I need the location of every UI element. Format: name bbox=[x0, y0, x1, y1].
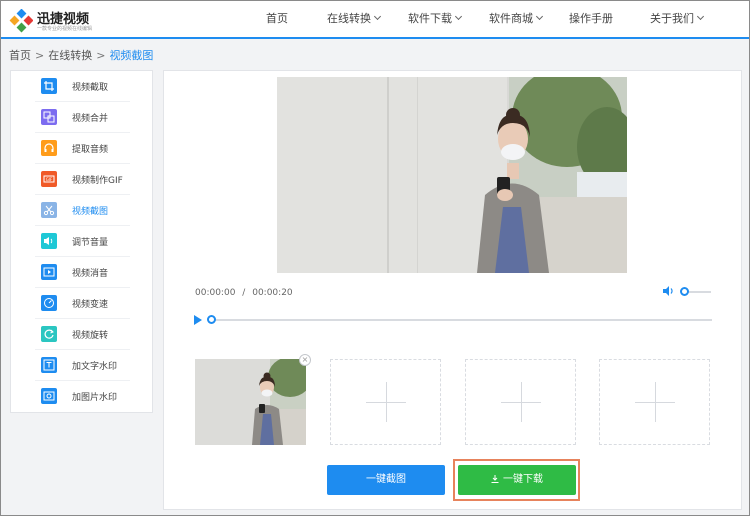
breadcrumb: 首页 > 在线转换 > 视频截图 bbox=[9, 47, 153, 63]
image-watermark-icon bbox=[41, 388, 57, 404]
sidebar-item-extract-audio[interactable]: 提取音频 bbox=[11, 133, 152, 164]
chevron-down-icon bbox=[454, 12, 463, 21]
sidebar-item-label: 视频变速 bbox=[72, 300, 109, 310]
text-watermark-icon bbox=[41, 357, 57, 373]
svg-text:GIF: GIF bbox=[46, 177, 53, 182]
sidebar-item-adjust-volume[interactable]: 调节音量 bbox=[11, 226, 152, 257]
sidebar-item-label: 提取音频 bbox=[72, 145, 109, 155]
headphones-icon bbox=[41, 140, 57, 156]
sidebar-item-label: 调节音量 bbox=[72, 238, 109, 248]
breadcrumb-separator: > bbox=[96, 49, 106, 62]
volume-icon[interactable] bbox=[662, 285, 676, 297]
time-separator: / bbox=[242, 288, 246, 298]
current-time: 00:00:00 bbox=[195, 288, 236, 298]
screenshot-thumbnail[interactable] bbox=[195, 359, 306, 445]
seek-handle[interactable] bbox=[207, 315, 216, 324]
breadcrumb-current: 视频截图 bbox=[109, 49, 154, 62]
sidebar-item-label: 加图片水印 bbox=[72, 393, 118, 403]
nav-home[interactable]: 首页 bbox=[266, 1, 288, 37]
sidebar-item-label: 视频截取 bbox=[72, 83, 109, 93]
nav-about[interactable]: 关于我们 bbox=[650, 1, 705, 37]
sidebar-item-make-gif[interactable]: GIF 视频制作GIF bbox=[11, 164, 152, 195]
sidebar-item-label: 视频截图 bbox=[72, 207, 109, 217]
sidebar-item-video-merge[interactable]: 视频合并 bbox=[11, 102, 152, 133]
chevron-down-icon bbox=[373, 12, 382, 21]
sidebar-item-video-mute[interactable]: 视频消音 bbox=[11, 257, 152, 288]
scissors-icon bbox=[41, 202, 57, 218]
capture-screenshot-button[interactable]: 一键截图 bbox=[327, 465, 445, 495]
time-readout: 00:00:00 / 00:00:20 bbox=[195, 288, 293, 298]
sidebar-item-text-watermark[interactable]: 加文字水印 bbox=[11, 350, 152, 381]
speed-gauge-icon bbox=[41, 295, 57, 311]
nav-label: 软件下载 bbox=[408, 12, 452, 25]
site-logo[interactable]: 迅捷视频 一款专业的视频在线编辑 bbox=[9, 6, 119, 34]
screenshot-image bbox=[195, 359, 306, 445]
breadcrumb-section[interactable]: 在线转换 bbox=[48, 49, 92, 62]
merge-icon bbox=[41, 109, 57, 125]
sidebar-item-video-rotate[interactable]: 视频旋转 bbox=[11, 319, 152, 350]
remove-screenshot-icon[interactable]: × bbox=[299, 354, 311, 366]
video-frame-image bbox=[277, 77, 627, 273]
nav-label: 软件商城 bbox=[489, 12, 533, 25]
sidebar-item-label: 视频旋转 bbox=[72, 331, 109, 341]
brand-tagline: 一款专业的视频在线编辑 bbox=[37, 26, 93, 32]
breadcrumb-home[interactable]: 首页 bbox=[9, 49, 31, 62]
sidebar-item-label: 视频合并 bbox=[72, 114, 109, 124]
video-preview[interactable] bbox=[277, 77, 627, 273]
volume-slider-handle[interactable] bbox=[680, 287, 689, 296]
site-header: 迅捷视频 一款专业的视频在线编辑 首页 在线转换 软件下载 软件商城 操作手册 … bbox=[1, 1, 749, 39]
seek-bar[interactable] bbox=[210, 319, 712, 321]
download-label: 一键下载 bbox=[503, 474, 543, 485]
sidebar-item-video-trim[interactable]: 视频截取 bbox=[11, 71, 152, 102]
sidebar-item-video-speed[interactable]: 视频变速 bbox=[11, 288, 152, 319]
nav-label: 首页 bbox=[266, 12, 288, 25]
screenshot-slot-empty bbox=[465, 359, 576, 445]
gif-icon: GIF bbox=[41, 171, 57, 187]
screenshot-slot-empty bbox=[599, 359, 710, 445]
nav-software-download[interactable]: 软件下载 bbox=[408, 1, 463, 37]
chevron-down-icon bbox=[535, 12, 544, 21]
chevron-down-icon bbox=[696, 12, 705, 21]
sidebar-item-label: 视频制作GIF bbox=[72, 176, 123, 186]
nav-software-store[interactable]: 软件商城 bbox=[489, 1, 544, 37]
download-button[interactable]: 一键下载 bbox=[458, 465, 576, 495]
sidebar-item-image-watermark[interactable]: 加图片水印 bbox=[11, 381, 152, 412]
rotate-icon bbox=[41, 326, 57, 342]
nav-manual[interactable]: 操作手册 bbox=[569, 1, 613, 37]
sidebar-item-label: 加文字水印 bbox=[72, 362, 118, 372]
duration: 00:00:20 bbox=[252, 288, 293, 298]
logo-diamond-icon bbox=[9, 9, 33, 33]
screenshot-slot-empty bbox=[330, 359, 441, 445]
nav-label: 关于我们 bbox=[650, 12, 694, 25]
nav-online-convert[interactable]: 在线转换 bbox=[327, 1, 382, 37]
crop-icon bbox=[41, 78, 57, 94]
play-icon[interactable] bbox=[194, 315, 202, 325]
download-icon bbox=[491, 475, 499, 483]
sidebar-item-label: 视频消音 bbox=[72, 269, 109, 279]
tool-sidebar: 视频截取 视频合并 提取音频 GIF 视频制作GIF 视频截图 调节音量 视频消… bbox=[10, 70, 153, 413]
sidebar-item-video-screenshot[interactable]: 视频截图 bbox=[11, 195, 152, 226]
breadcrumb-separator: > bbox=[35, 49, 45, 62]
nav-label: 操作手册 bbox=[569, 12, 613, 25]
nav-label: 在线转换 bbox=[327, 12, 371, 25]
mute-video-icon bbox=[41, 264, 57, 280]
volume-icon bbox=[41, 233, 57, 249]
